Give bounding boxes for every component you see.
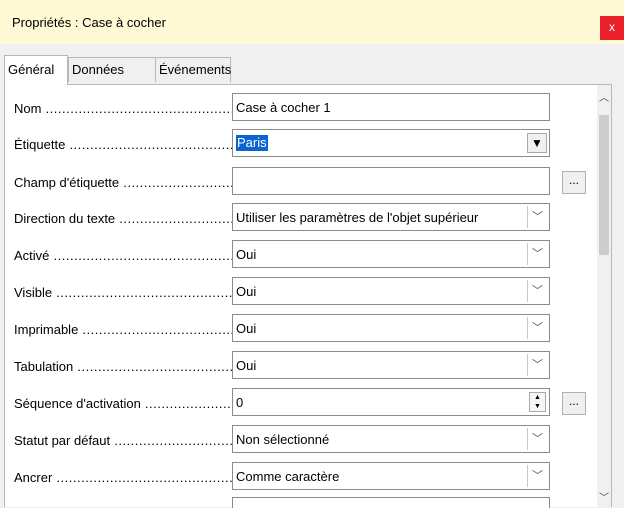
property-label: Ancrer	[14, 470, 232, 488]
property-label: Nom	[14, 101, 232, 119]
property-row-ancrer: Ancrer Comme caractère ﹀	[5, 462, 595, 490]
properties-panel: Nom Case à cocher 1 Étiquette Paris ▼ Ch…	[4, 84, 612, 508]
printable-select[interactable]: Oui ﹀	[232, 314, 550, 342]
chevron-down-icon[interactable]: ﹀	[527, 243, 547, 265]
property-label: Séquence d'activation	[14, 396, 232, 414]
property-label: Activé	[14, 248, 232, 266]
tabstop-value: Oui	[236, 358, 257, 373]
dropdown-arrow-icon[interactable]: ▼	[527, 133, 547, 153]
chevron-down-icon[interactable]: ﹀	[527, 428, 547, 450]
property-label: Statut par défaut	[14, 433, 232, 451]
tab-general[interactable]: Général	[4, 55, 68, 85]
property-row-active: Activé Oui ﹀	[5, 240, 595, 268]
name-input[interactable]: Case à cocher 1	[232, 93, 550, 121]
scrollbar-thumb[interactable]	[599, 115, 609, 255]
property-row-nom: Nom Case à cocher 1	[5, 93, 595, 121]
enabled-select[interactable]: Oui ﹀	[232, 240, 550, 268]
property-label: Tabulation	[14, 359, 232, 377]
printable-value: Oui	[236, 321, 257, 336]
property-row-champ-etiquette: Champ d'étiquette ...	[5, 167, 595, 195]
enabled-value: Oui	[236, 247, 257, 262]
tab-evenements[interactable]: Événements	[155, 57, 231, 82]
label-combo[interactable]: Paris ▼	[232, 129, 550, 157]
chevron-down-icon[interactable]: ﹀	[527, 317, 547, 339]
chevron-down-icon[interactable]: ﹀	[527, 354, 547, 376]
property-label: Étiquette	[14, 137, 232, 155]
label-field-ellipsis-button[interactable]: ...	[562, 171, 586, 194]
property-row-imprimable: Imprimable Oui ﹀	[5, 314, 595, 342]
tab-order-value: 0	[236, 395, 244, 410]
vertical-scrollbar[interactable]: ︿ ﹀	[597, 85, 611, 508]
property-label: Visible	[14, 285, 232, 303]
tab-order-ellipsis-button[interactable]: ...	[562, 392, 586, 415]
property-row-etiquette: Étiquette Paris ▼	[5, 129, 595, 157]
label-field-input[interactable]	[232, 167, 550, 195]
property-row-visible: Visible Oui ﹀	[5, 277, 595, 305]
text-direction-value: Utiliser les paramètres de l'objet supér…	[236, 210, 479, 225]
partial-field[interactable]	[232, 497, 550, 508]
property-label: Imprimable	[14, 322, 232, 340]
property-row-sequence-activation: Séquence d'activation 0 ▲▼ ...	[5, 388, 595, 416]
chevron-down-icon[interactable]: ﹀	[527, 206, 547, 228]
tab-donnees[interactable]: Données	[68, 57, 156, 82]
label-value: Paris	[236, 135, 268, 151]
property-row-statut-defaut: Statut par défaut Non sélectionné ﹀	[5, 425, 595, 453]
close-button[interactable]: x	[600, 16, 624, 40]
visible-value: Oui	[236, 284, 257, 299]
spin-buttons-icon[interactable]: ▲ ▼	[529, 392, 546, 412]
close-icon: x	[609, 20, 615, 34]
title-bar: Propriétés : Case à cocher x	[0, 0, 624, 44]
name-value: Case à cocher 1	[236, 100, 331, 115]
chevron-down-icon[interactable]: ﹀	[527, 280, 547, 302]
anchor-select[interactable]: Comme caractère ﹀	[232, 462, 550, 490]
chevron-up-icon[interactable]: ︿	[598, 89, 610, 104]
chevron-down-icon[interactable]: ﹀	[527, 465, 547, 487]
anchor-value: Comme caractère	[236, 469, 340, 484]
tabstop-select[interactable]: Oui ﹀	[232, 351, 550, 379]
visible-select[interactable]: Oui ﹀	[232, 277, 550, 305]
default-state-value: Non sélectionné	[236, 432, 330, 447]
property-row-direction-texte: Direction du texte Utiliser les paramètr…	[5, 203, 595, 231]
default-state-select[interactable]: Non sélectionné ﹀	[232, 425, 550, 453]
property-row-tabulation: Tabulation Oui ﹀	[5, 351, 595, 379]
property-row-partial	[5, 497, 595, 508]
text-direction-select[interactable]: Utiliser les paramètres de l'objet supér…	[232, 203, 550, 231]
property-label: Champ d'étiquette	[14, 175, 232, 193]
window-title: Propriétés : Case à cocher	[12, 15, 166, 30]
tab-order-spinner[interactable]: 0 ▲ ▼	[232, 388, 550, 416]
property-label: Direction du texte	[14, 211, 232, 229]
chevron-down-icon[interactable]: ﹀	[598, 489, 610, 504]
